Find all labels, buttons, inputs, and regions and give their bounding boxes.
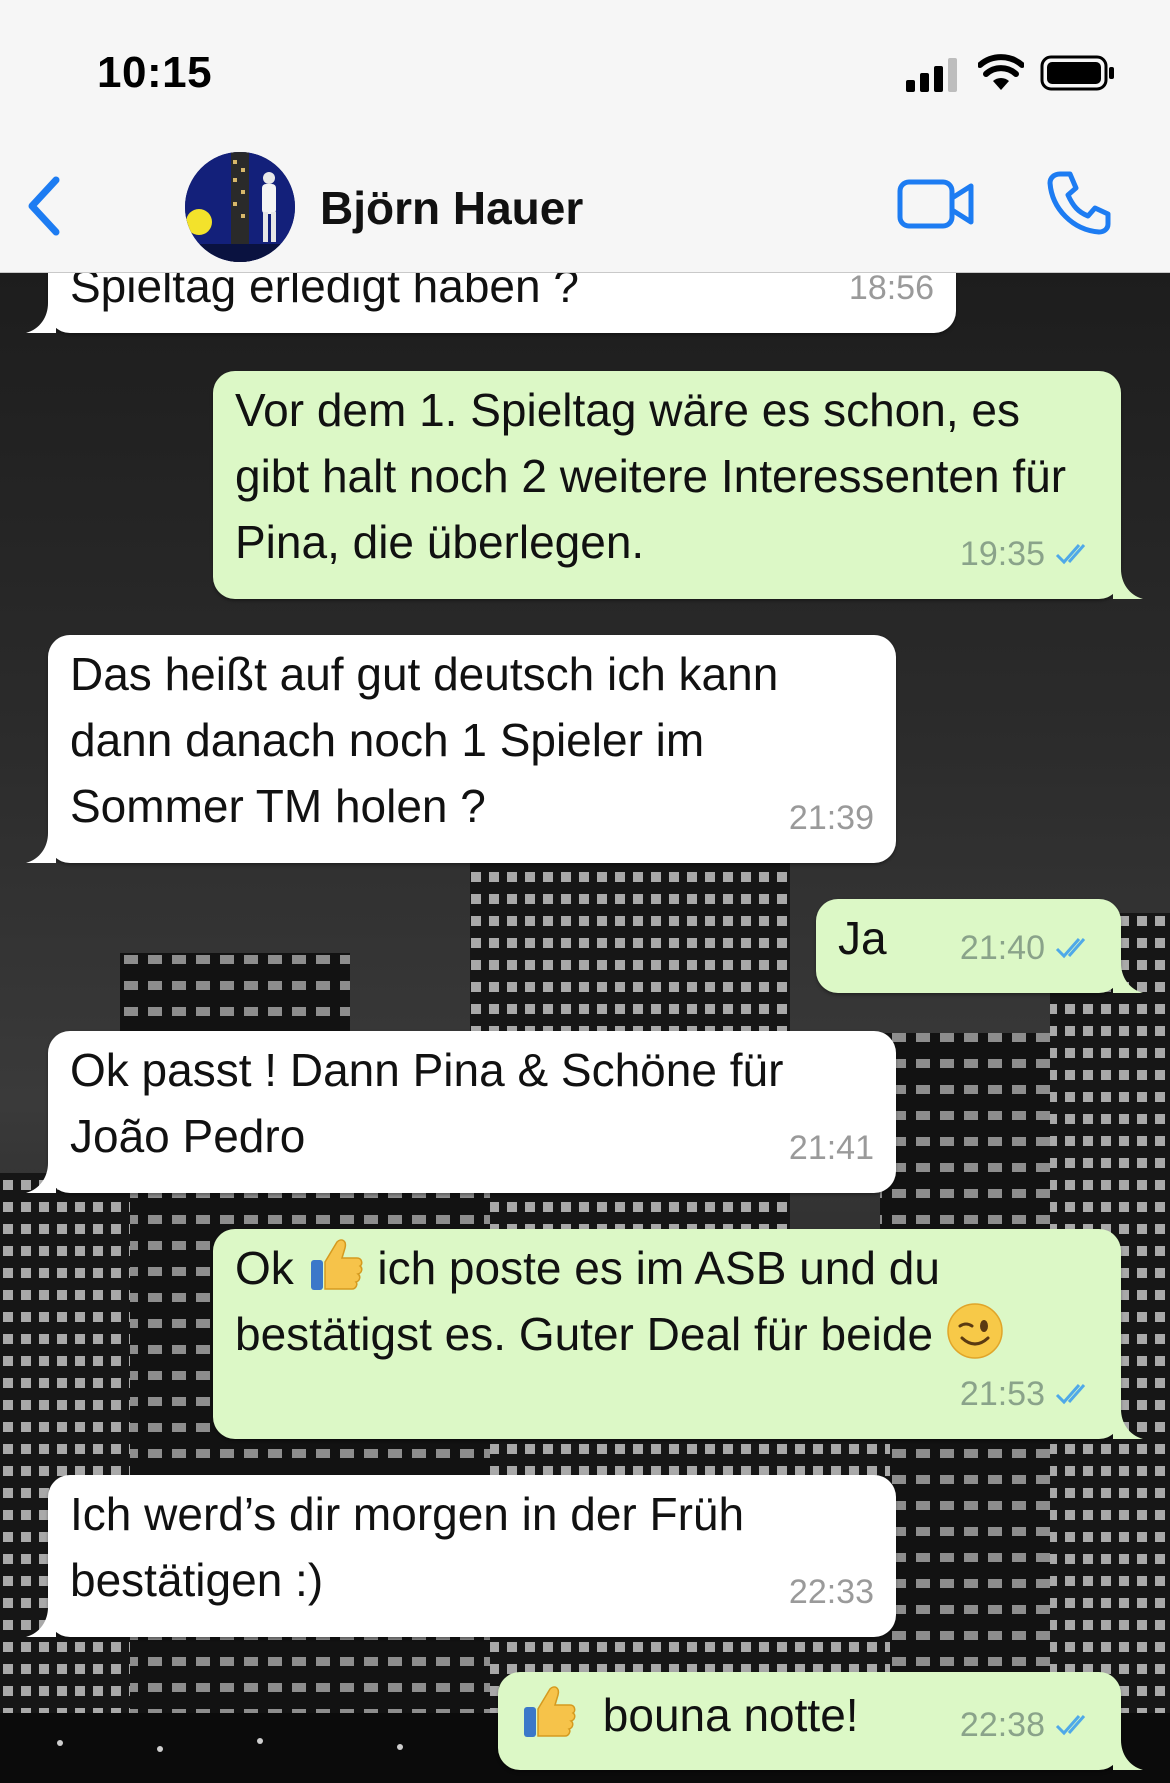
bubble-tail (26, 303, 56, 333)
message-time: 21:40 (959, 929, 1045, 967)
read-receipt-icon (1055, 1715, 1086, 1736)
read-receipt-icon (1055, 1384, 1086, 1405)
status-time: 10:15 (97, 48, 213, 97)
phone-call-icon[interactable] (1046, 170, 1112, 236)
message-time: 21:41 (788, 1129, 874, 1167)
message-text: Ok passt ! Dann Pina & Schöne für João P… (70, 1044, 784, 1162)
message-text-part: Ok (235, 1242, 294, 1294)
thumbs-up-emoji-icon (310, 1239, 363, 1290)
message-text: Spieltag erledigt haben ? (70, 273, 579, 312)
message-text: Das heißt auf gut deutsch ich kann dann … (70, 648, 779, 832)
message-time: 21:53 (959, 1375, 1045, 1413)
message-time: 21:39 (788, 799, 874, 837)
back-chevron-icon[interactable] (24, 176, 64, 236)
read-receipt-icon (1055, 938, 1086, 959)
bubble-tail (26, 833, 56, 863)
bubble-tail (1113, 569, 1143, 599)
thumbs-up-emoji-icon (524, 1686, 576, 1737)
bubble-tail (26, 1163, 56, 1193)
bubble-tail (1113, 963, 1143, 993)
message-incoming[interactable]: Spieltag erledigt haben ? 18:56 (26, 273, 956, 333)
video-call-icon[interactable] (897, 176, 975, 232)
message-time: 18:56 (848, 273, 934, 307)
message-time: 22:33 (788, 1573, 874, 1611)
contact-name[interactable]: Björn Hauer (320, 181, 583, 235)
bubble-tail (1113, 1409, 1143, 1439)
wifi-icon (978, 54, 1024, 90)
winking-face-emoji-icon (947, 1303, 1003, 1359)
bubble-tail (26, 1607, 56, 1637)
message-outgoing[interactable]: Vor dem 1. Spieltag wäre es schon, es gi… (213, 371, 1143, 599)
message-time: 22:38 (959, 1706, 1045, 1744)
message-incoming[interactable]: Ok passt ! Dann Pina & Schöne für João P… (26, 1031, 896, 1193)
message-time: 19:35 (959, 535, 1045, 573)
message-outgoing[interactable]: Ok ich poste es im ASB und du bestätigst… (213, 1229, 1143, 1439)
battery-icon (1040, 55, 1114, 91)
bubble-tail (1113, 1740, 1143, 1770)
cellular-signal-icon (906, 58, 957, 92)
read-receipt-icon (1055, 544, 1086, 565)
message-incoming[interactable]: Das heißt auf gut deutsch ich kann dann … (26, 635, 896, 863)
chat-area[interactable]: Spieltag erledigt haben ? 18:56 Vor dem … (0, 273, 1170, 1783)
message-outgoing[interactable]: bouna notte! 22:38 (498, 1672, 1143, 1770)
message-text: Ich werd’s dir morgen in der Früh bestät… (70, 1488, 745, 1606)
message-text: bouna notte! (602, 1689, 859, 1741)
contact-avatar[interactable] (185, 152, 295, 262)
navigation-header: 10:15 Björn Hauer (0, 0, 1170, 273)
message-incoming[interactable]: Ich werd’s dir morgen in der Früh bestät… (26, 1475, 896, 1637)
message-outgoing[interactable]: Ja 21:40 (816, 899, 1143, 993)
